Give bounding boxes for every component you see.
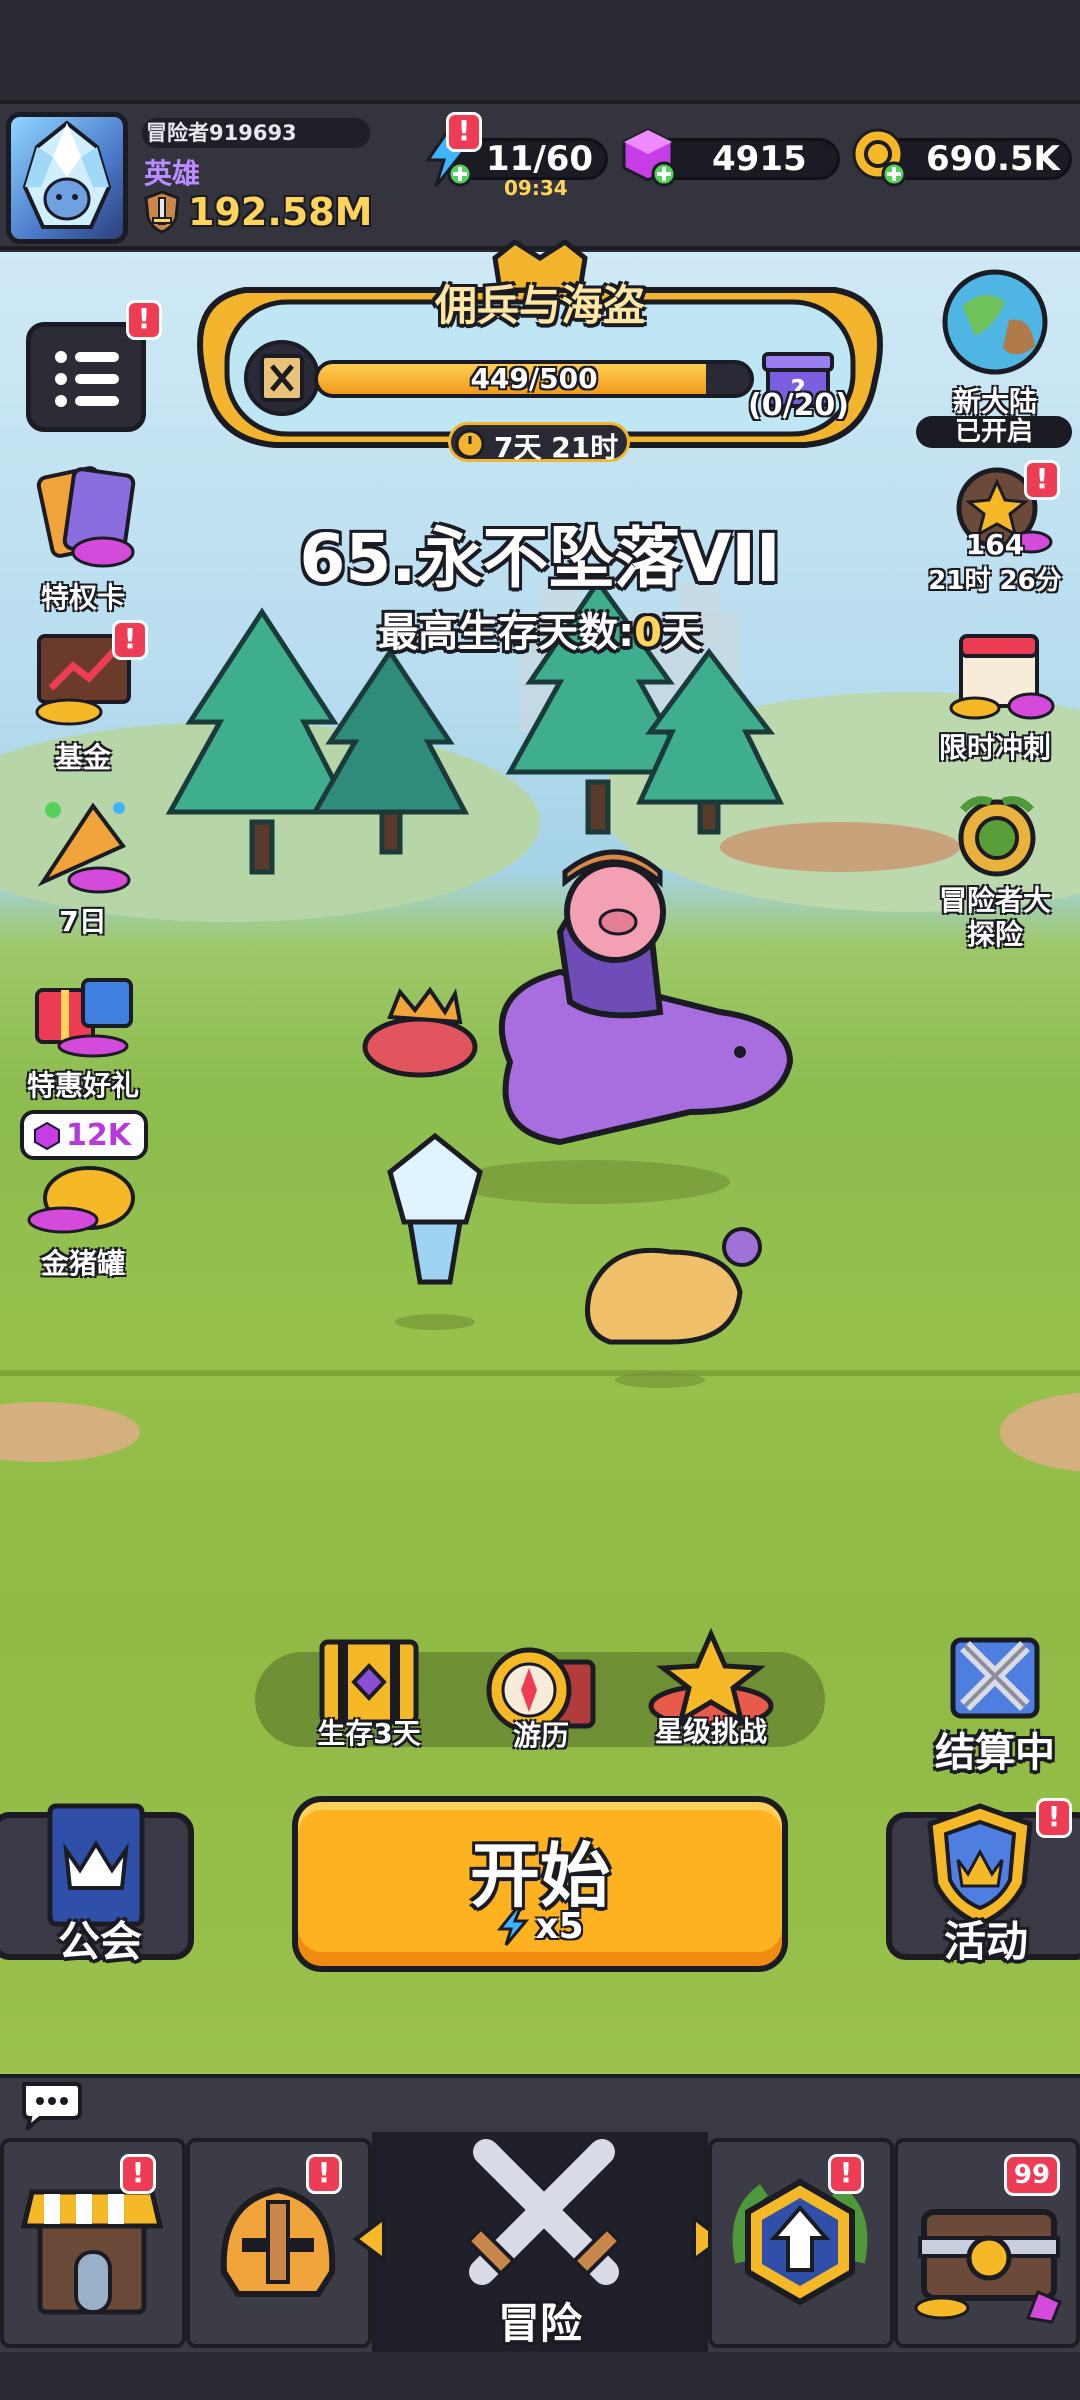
adventure-explore-label-line1: 冒险者大 (938, 884, 1051, 917)
survival-suffix: 天 (661, 610, 702, 656)
stage-title: 65.永不坠落VII (299, 520, 781, 597)
piggy-bank-label: 金猪罐 (40, 1247, 125, 1280)
power-value: 192.58M (188, 190, 373, 234)
event-timer: 7天 21时 (494, 431, 619, 464)
shop-alert-badge: ! (120, 2154, 156, 2194)
limited-sprint-label: 限时冲刺 (938, 731, 1051, 764)
crossed-swords-icon (950, 1637, 1040, 1719)
survival-prefix: 最高生存天数: (378, 610, 635, 656)
menu-button[interactable] (26, 322, 146, 432)
adventure-explore-label-line2: 探险 (966, 918, 1023, 951)
nav-tab-equipment[interactable] (186, 2138, 372, 2348)
fund-alert-badge: ! (112, 620, 148, 660)
piggy-bank-chip: 12K (20, 1110, 148, 1160)
adventure-explore-label: 冒险者大 探险 (920, 884, 1070, 952)
gem-icon (620, 126, 680, 192)
new-continent-status: 已开启 (916, 416, 1072, 448)
combat-power: 192.58M (142, 190, 372, 234)
ice-crystal-pet (387, 1132, 483, 1330)
privilege-card-label: 特权卡 (40, 581, 125, 614)
privilege-card-icon (36, 466, 136, 568)
crowned-mushroom-pet (362, 986, 478, 1078)
tan-lizard-pet (585, 1227, 762, 1388)
shield-sword-icon (144, 190, 180, 234)
crossed-swords-adventure-icon (465, 2139, 623, 2285)
calendar-icon (949, 634, 1055, 720)
limited-sprint-item[interactable]: 限时冲刺 (920, 622, 1070, 766)
piggy-bank-item[interactable]: 金猪罐 (8, 1158, 158, 1282)
best-survival-days: 最高生存天数:0天 (0, 600, 1080, 658)
energy-value: 11/60 (486, 139, 594, 179)
party-popper-icon (37, 802, 131, 894)
nav-tab-upgrade[interactable] (708, 2138, 894, 2348)
equipment-alert-badge: ! (306, 2154, 342, 2194)
chat-bubble-icon (22, 2082, 82, 2134)
mode-journey[interactable]: 游历 (466, 1640, 616, 1754)
event-title: 佣兵与海盗 (434, 281, 645, 330)
energy-cost-icon (497, 1907, 530, 1946)
globe-icon (942, 269, 1048, 375)
battle-pass-alert-badge: ! (1024, 460, 1060, 500)
chest-count-badge: 99 (1004, 2154, 1060, 2196)
mode-survive-3-days[interactable]: 生存3天 (294, 1632, 444, 1752)
settlement-label: 结算中 (935, 1730, 1055, 1776)
seven-day-label: 7日 (59, 905, 107, 938)
player-id: 冒险者919693 (142, 118, 370, 148)
start-cost: x5 (298, 1906, 782, 1947)
adventure-tab-label: 冒险 (497, 2299, 582, 2348)
menu-alert-badge: ! (126, 300, 162, 340)
special-gift-item[interactable]: 特惠好礼 (8, 950, 158, 1104)
guild-label: 公会 (57, 1917, 142, 1966)
piggy-bank-chip-value: 12K (66, 1118, 131, 1153)
status-bar (0, 0, 1080, 100)
player-avatar[interactable] (6, 112, 128, 244)
gold-value: 690.5K (926, 139, 1060, 179)
ice-hero-portrait-icon (22, 120, 112, 229)
gold-coin-icon (850, 126, 910, 192)
events-label: 活动 (943, 1917, 1028, 1966)
battle-pass-timer: 21时 26分 (928, 566, 1062, 596)
mode-star-label: 星级挑战 (654, 1715, 767, 1748)
gift-box-icon (35, 978, 133, 1058)
survival-value: 0 (634, 610, 662, 656)
fund-label: 基金 (54, 741, 111, 774)
gems-value: 4915 (712, 139, 807, 179)
chat-button[interactable] (18, 2078, 82, 2134)
nav-tab-shop[interactable] (0, 2138, 186, 2348)
stopwatch-icon (452, 424, 488, 464)
nav-tab-adventure[interactable]: 冒险 (372, 2132, 708, 2352)
bottom-strip (0, 2352, 1080, 2400)
seven-day-item[interactable]: 7日 (8, 786, 158, 940)
nav-left-arrow-icon[interactable] (350, 2214, 390, 2268)
event-reward-count: (0/20) (748, 388, 850, 423)
event-progress-text: 449/500 (470, 362, 598, 395)
start-cost-value: x5 (535, 1906, 584, 1947)
start-button[interactable]: 开始 x5 (292, 1796, 788, 1972)
mode-star-challenge[interactable]: 星级挑战 (636, 1627, 786, 1750)
compass-wreath-icon (958, 796, 1036, 877)
upgrade-alert-badge: ! (828, 2154, 864, 2194)
new-continent-label: 新大陆 (952, 385, 1037, 418)
list-menu-icon (55, 351, 119, 407)
events-alert-badge: ! (1036, 1798, 1072, 1838)
golden-piggy-icon (27, 1166, 135, 1234)
energy-alert-badge: ! (446, 112, 482, 152)
new-continent-item[interactable]: 新大陆 (920, 266, 1070, 420)
player-rank: 英雄 (144, 157, 201, 190)
settlement-item[interactable]: 结算中 (920, 1626, 1070, 1778)
chip-gem-icon (32, 1121, 62, 1155)
event-book-icon (242, 338, 322, 422)
adventure-explore-item[interactable]: 冒险者大 探险 (920, 790, 1070, 952)
energy-timer: 09:34 (504, 176, 568, 200)
privilege-card-item[interactable]: 特权卡 (8, 462, 158, 616)
special-gift-label: 特惠好礼 (26, 1069, 139, 1102)
